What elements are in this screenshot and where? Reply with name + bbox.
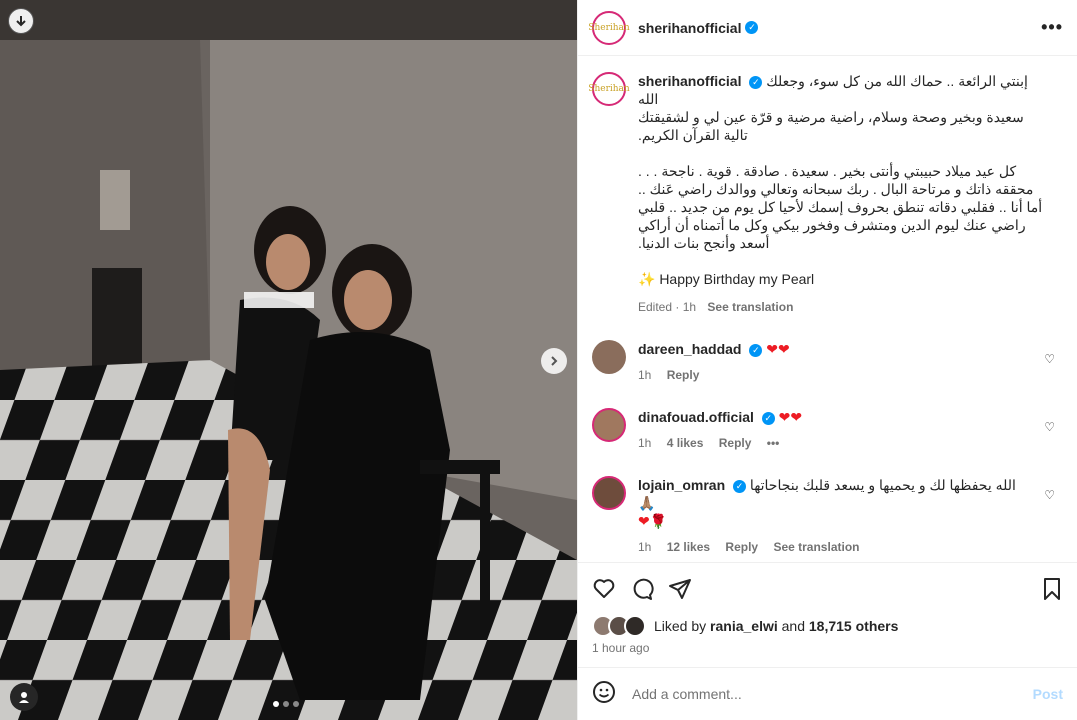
liked-by-user[interactable]: rania_elwi	[710, 618, 778, 634]
post-photo	[0, 0, 577, 720]
comment-username[interactable]: dinafouad.official	[638, 409, 754, 425]
verified-badge-icon: ✓	[749, 343, 763, 357]
liked-by-count[interactable]: 18,715 others	[809, 618, 899, 634]
comment-time: 1h	[638, 436, 652, 450]
caption-line: راضي عنك ليوم الدين ومتشرف وفخور بيكي وك…	[638, 217, 1026, 233]
comment-text: ❤❤	[766, 341, 790, 357]
tagged-user-icon[interactable]	[10, 683, 38, 711]
comment-text: ❤❤	[778, 409, 803, 425]
like-comment-icon[interactable]: ♡	[1044, 352, 1055, 366]
like-comment-icon[interactable]: ♡	[1044, 420, 1055, 434]
comment-username[interactable]: lojain_omran	[638, 477, 725, 493]
verified-badge-icon: ✓	[733, 479, 747, 493]
comment-likes[interactable]: 4 likes	[667, 436, 704, 450]
reply-button[interactable]: Reply	[725, 540, 758, 554]
caption-line: سعيدة وبخير وصحة وسلام، راضية مرضية و قر…	[638, 109, 1024, 125]
verified-badge-icon: ✓	[749, 75, 763, 89]
caption-line: تالية القرآن الكريم.	[638, 127, 748, 143]
comment-item: dinafouad.official ✓ ❤❤ 1h 4 likes Reply…	[592, 408, 1063, 452]
post-time[interactable]: 1 hour ago	[592, 641, 1063, 667]
caption-avatar[interactable]: Sherihan	[588, 72, 630, 106]
post-sidebar: Sherihan sherihanofficial ✓ ••• Sherihan…	[577, 0, 1077, 720]
comment-item: dareen_haddad ✓ ❤❤ 1h Reply ♡	[592, 340, 1063, 384]
verified-badge-icon: ✓	[761, 411, 775, 425]
commenter-avatar[interactable]	[592, 476, 626, 510]
caption-username[interactable]: sherihanofficial	[638, 73, 741, 89]
likes-summary[interactable]: Liked by rania_elwi and 18,715 others	[592, 615, 1063, 637]
caption-line: أما أنا .. فقلبي دقاته تنطق بحروف إسمك ل…	[638, 199, 1043, 215]
see-translation-link[interactable]: See translation	[707, 300, 793, 314]
comment-time: 1h	[638, 540, 652, 554]
commenter-avatar[interactable]	[592, 340, 626, 374]
comment-username[interactable]: dareen_haddad	[638, 341, 741, 357]
post-actions: Liked by rania_elwi and 18,715 others 1 …	[578, 562, 1077, 667]
verified-badge-icon: ✓	[745, 21, 759, 34]
caption-line: أسعد وأنجح بنات الدنيا.	[638, 235, 770, 251]
carousel-dots	[273, 701, 299, 707]
see-translation-link[interactable]: See translation	[773, 540, 859, 554]
comment-icon[interactable]	[630, 577, 654, 601]
more-options-icon[interactable]: •••	[1041, 17, 1063, 38]
bookmark-icon[interactable]	[1041, 577, 1063, 601]
add-comment-input[interactable]	[630, 685, 1033, 703]
comment-item: lojain_omran ✓ الله يحفظها لك و يحميها و…	[592, 476, 1063, 556]
comments-scroll[interactable]: Sherihan sherihanofficial ✓ إبنتي الرائع…	[578, 56, 1077, 562]
caption-edited: Edited · 1h	[638, 300, 697, 314]
reply-button[interactable]: Reply	[667, 368, 700, 382]
like-comment-icon[interactable]: ♡	[1044, 488, 1055, 502]
carousel-dot	[293, 701, 299, 707]
caption-line: ✨ Happy Birthday my Pearl	[638, 271, 815, 287]
liked-by-prefix: Liked by	[654, 618, 707, 634]
emoji-icon[interactable]	[592, 680, 616, 709]
next-image-button[interactable]	[541, 348, 567, 374]
caption-line: كل عيد ميلاد حبيبتي وأنتى بخير . سعيدة .…	[638, 163, 1017, 179]
liker-avatar	[624, 615, 646, 637]
carousel-dot	[283, 701, 289, 707]
caption: Sherihan sherihanofficial ✓ إبنتي الرائع…	[588, 72, 1063, 316]
post-media[interactable]	[0, 0, 577, 720]
avatar-logo: Sherihan	[588, 14, 630, 41]
comment-time: 1h	[638, 368, 652, 382]
avatar[interactable]: Sherihan	[588, 10, 630, 45]
add-comment-bar: Post	[578, 667, 1077, 720]
share-icon[interactable]	[668, 577, 692, 601]
comment-more-icon[interactable]: •••	[767, 436, 780, 450]
post-comment-button[interactable]: Post	[1033, 686, 1063, 702]
heart-icon[interactable]	[592, 577, 616, 601]
commenter-avatar[interactable]	[592, 408, 626, 442]
liked-by-and: and	[781, 618, 805, 634]
carousel-dot	[273, 701, 279, 707]
reply-button[interactable]: Reply	[719, 436, 752, 450]
post-header: Sherihan sherihanofficial ✓ •••	[578, 0, 1077, 56]
caption-line: محققه ذاتك و مرتاحة البال . ربك سبحانه و…	[638, 181, 1034, 197]
comment-text-2: ❤🌹	[638, 513, 668, 529]
avatar-logo: Sherihan	[588, 76, 630, 102]
comment-likes[interactable]: 12 likes	[667, 540, 710, 554]
post-username[interactable]: sherihanofficial	[638, 20, 741, 36]
download-icon[interactable]	[8, 8, 34, 34]
